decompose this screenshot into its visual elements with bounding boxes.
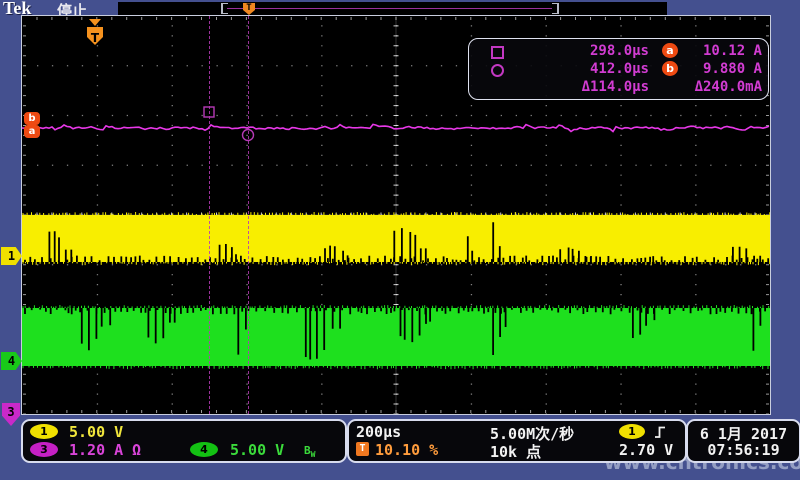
ch3-coupling-ohm: Ω xyxy=(132,441,141,459)
square-cursor-icon xyxy=(491,46,504,59)
cursor-a-badge: a xyxy=(662,43,678,58)
cursor-b-marker[interactable]: b xyxy=(24,112,40,125)
ch3-position-marker[interactable]: 3 xyxy=(2,403,20,426)
time-readout: 07:56:19 xyxy=(688,441,799,459)
bw-sub-letter: W xyxy=(311,450,316,459)
record-view-bar[interactable]: T xyxy=(118,2,667,15)
cursor-b-amplitude: 9.880 A xyxy=(679,61,762,77)
oscilloscope-screen: { "header": { "logo": "Tek", "run_state"… xyxy=(0,0,800,480)
cursor-readout-row-delta: Δ114.0µs Δ240.0mA xyxy=(469,79,768,96)
horizontal-scale: 200µs xyxy=(356,423,401,441)
ch1-badge[interactable]: 1 xyxy=(30,424,58,439)
ch3-scale: 1.20 A xyxy=(69,441,123,459)
record-length: 10k 点 xyxy=(490,441,541,462)
record-window-bracket-right xyxy=(552,3,559,14)
horizontal-position-icon: T xyxy=(356,442,369,456)
cursor-2-time: 412.0µs xyxy=(509,61,649,77)
trigger-level: 2.70 V xyxy=(619,441,673,459)
horizontal-trigger-readout-box[interactable]: 200µs 5.00M次/秒 1 T 10.10 % 10k 点 2.70 V xyxy=(347,419,687,463)
trigger-flag-letter: T xyxy=(91,31,100,45)
cursor-a-amplitude: 10.12 A xyxy=(679,43,762,59)
ch4-position-arrow[interactable]: 4 xyxy=(1,352,22,370)
rising-edge-trigger-icon xyxy=(653,424,667,440)
channel-readout-box[interactable]: 1 5.00 V 3 1.20 A Ω 4 5.00 V BW xyxy=(21,419,347,463)
cursor-delta-time: Δ114.0µs xyxy=(509,79,649,95)
ch1-scale: 5.00 V xyxy=(69,423,123,441)
waveform-display[interactable]: T b a 298.0µs a 10.12 A 412.0µs b 9.880 … xyxy=(21,15,771,415)
cursor-delta-amplitude: Δ240.0mA xyxy=(652,79,762,95)
record-trigger-icon: T xyxy=(243,3,255,15)
horizontal-position: 10.10 % xyxy=(375,441,438,459)
trigger-source-badge[interactable]: 1 xyxy=(619,424,645,439)
datetime-box[interactable]: 6 1月 2017 07:56:19 xyxy=(686,419,800,463)
record-window-span xyxy=(227,8,552,9)
ch4-bandwidth-icon: BW xyxy=(304,444,315,459)
vertical-cursor-1[interactable] xyxy=(209,16,210,414)
ch4-badge[interactable]: 4 xyxy=(190,442,218,457)
bw-letter: B xyxy=(304,444,311,457)
ch4-scale: 5.00 V xyxy=(230,441,284,459)
cursor-readout-row-1: 298.0µs a 10.12 A xyxy=(469,43,768,60)
cursor-readout-row-2: 412.0µs b 9.880 A xyxy=(469,61,768,78)
trigger-position-triangle xyxy=(89,19,101,26)
ch3-badge[interactable]: 3 xyxy=(30,442,58,457)
cursor-1-time: 298.0µs xyxy=(509,43,649,59)
circle-cursor-icon xyxy=(491,64,504,77)
ch1-position-arrow[interactable]: 1 xyxy=(1,247,22,265)
ch1-band xyxy=(22,215,770,262)
cursor-readout-box[interactable]: 298.0µs a 10.12 A 412.0µs b 9.880 A Δ114… xyxy=(468,38,769,100)
cursor-b-badge: b xyxy=(662,61,678,76)
cursor-a-marker[interactable]: a xyxy=(24,125,40,138)
ch4-band xyxy=(22,308,770,366)
vertical-cursor-2[interactable] xyxy=(248,16,249,414)
